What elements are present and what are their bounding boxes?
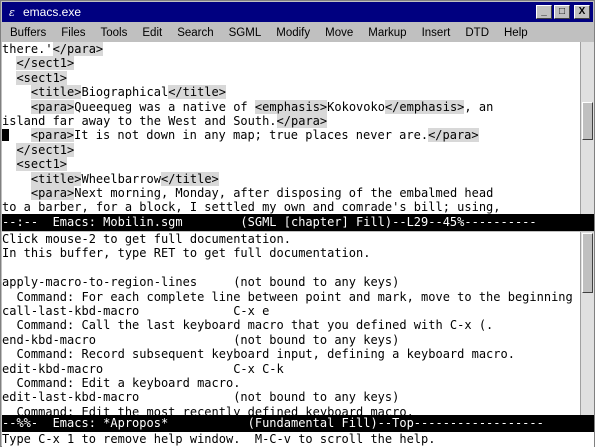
menu-help[interactable]: Help bbox=[504, 27, 528, 39]
bottom-scrollbar-thumb[interactable] bbox=[582, 233, 593, 293]
buffer-text: , an bbox=[464, 99, 494, 114]
buffer-text: Queequeg was a native of bbox=[74, 99, 255, 114]
sgml-tag: </para> bbox=[276, 113, 328, 128]
sgml-tag: </emphasis> bbox=[384, 99, 465, 114]
emacs-app-icon: ε bbox=[9, 5, 15, 19]
apropos-line: edit-last-kbd-macro (not bound to any ke… bbox=[2, 390, 400, 405]
apropos-line: Command: For each complete line between … bbox=[2, 289, 573, 304]
buffer-text: there.' bbox=[2, 42, 53, 56]
menu-move[interactable]: Move bbox=[325, 27, 353, 39]
buffer-line: <para>It is not down in any map; true pl… bbox=[2, 128, 580, 143]
sgml-tag: <title> bbox=[30, 171, 82, 186]
sgml-tag: </sect1> bbox=[16, 142, 75, 157]
apropos-line: Command: Record subsequent keyboard inpu… bbox=[2, 347, 515, 362]
menu-insert[interactable]: Insert bbox=[422, 27, 451, 39]
sgml-tag: </title> bbox=[168, 85, 226, 100]
sgml-editor-pane[interactable]: there.'</para> </sect1> <sect1> <title>B… bbox=[2, 42, 580, 214]
sgml-tag: </para> bbox=[52, 42, 104, 56]
menu-buffers[interactable]: Buffers bbox=[10, 27, 46, 39]
text-cursor bbox=[2, 129, 9, 142]
buffer-text bbox=[2, 143, 16, 157]
sgml-tag: </title> bbox=[160, 171, 219, 186]
buffer-line: <para>Next morning, Monday, after dispos… bbox=[2, 185, 580, 200]
bottom-scrollbar[interactable] bbox=[580, 232, 594, 415]
menu-bar: Buffers Files Tools Edit Search SGML Mod… bbox=[2, 23, 593, 42]
top-scrollbar[interactable] bbox=[580, 42, 594, 214]
menu-dtd[interactable]: DTD bbox=[465, 27, 489, 39]
buffer-text: Next morning, Monday, after disposing of… bbox=[74, 185, 494, 200]
sgml-tag: <para> bbox=[30, 185, 75, 200]
apropos-line: Command: Call the last keyboard macro th… bbox=[2, 318, 494, 333]
bottom-mode-line: --%%- Emacs: *Apropos* (Fundamental Fill… bbox=[2, 415, 594, 432]
sgml-tag: <para> bbox=[30, 99, 75, 114]
apropos-line: Command: Edit a keyboard macro. bbox=[2, 375, 241, 390]
sgml-tag: </para> bbox=[428, 128, 479, 143]
buffer-text bbox=[2, 56, 16, 70]
apropos-line: apply-macro-to-region-lines (not bound t… bbox=[2, 275, 400, 290]
buffer-line: <sect1> bbox=[2, 157, 580, 172]
buffer-line: there.'</para> bbox=[2, 42, 580, 56]
buffer-text bbox=[9, 128, 31, 142]
menu-markup[interactable]: Markup bbox=[368, 27, 406, 39]
title-bar[interactable]: ε emacs.exe _ □ X bbox=[2, 2, 593, 22]
top-scrollbar-thumb[interactable] bbox=[582, 102, 593, 140]
apropos-line: Command: Edit the most recently defined … bbox=[2, 404, 414, 415]
apropos-help-pane[interactable]: Click mouse-2 to get full documentation.… bbox=[2, 232, 580, 415]
buffer-text: Biographical bbox=[81, 85, 169, 100]
buffer-line: <sect1> bbox=[2, 70, 580, 85]
buffer-text: Wheelbarrow bbox=[81, 171, 161, 186]
buffer-text: It is not down in any map; true places n… bbox=[74, 128, 429, 143]
apropos-line: end-kbd-macro (not bound to any keys) bbox=[2, 332, 400, 347]
buffer-line: to a barber, for a block, I settled my o… bbox=[2, 200, 580, 214]
buffer-text: Kokovoko bbox=[327, 99, 385, 114]
buffer-line: <title>Biographical</title> bbox=[2, 85, 580, 100]
menu-edit[interactable]: Edit bbox=[142, 27, 162, 39]
menu-search[interactable]: Search bbox=[177, 27, 213, 39]
buffer-line: </sect1> bbox=[2, 56, 580, 71]
menu-sgml[interactable]: SGML bbox=[229, 27, 262, 39]
buffer-text: island far away to the West and South. bbox=[2, 113, 277, 128]
top-mode-line: --:-- Emacs: Mobilin.sgm (SGML [chapter]… bbox=[2, 214, 594, 231]
emacs-window: ε emacs.exe _ □ X Buffers Files Tools Ed… bbox=[0, 0, 595, 447]
close-button[interactable]: X bbox=[574, 5, 590, 19]
window-title: emacs.exe bbox=[23, 5, 82, 19]
apropos-line: Click mouse-2 to get full documentation. bbox=[2, 232, 291, 246]
buffer-line: </sect1> bbox=[2, 142, 580, 157]
buffer-text bbox=[2, 172, 31, 186]
minibuffer[interactable]: Type C-x 1 to remove help window. M-C-v … bbox=[2, 432, 594, 447]
sgml-tag: <title> bbox=[30, 85, 82, 100]
sgml-tag: </sect1> bbox=[16, 56, 75, 71]
minimize-button[interactable]: _ bbox=[536, 5, 552, 19]
menu-modify[interactable]: Modify bbox=[276, 27, 310, 39]
buffer-line: <para>Queequeg was a native of <emphasis… bbox=[2, 99, 580, 114]
buffer-text bbox=[2, 85, 31, 99]
buffer-line: island far away to the West and South.</… bbox=[2, 113, 580, 128]
buffer-text bbox=[2, 100, 31, 114]
buffer-text bbox=[2, 71, 16, 85]
menu-tools[interactable]: Tools bbox=[101, 27, 128, 39]
sgml-tag: <sect1> bbox=[16, 70, 68, 85]
apropos-line bbox=[2, 261, 580, 275]
sgml-tag: <emphasis> bbox=[254, 99, 328, 114]
maximize-button[interactable]: □ bbox=[554, 5, 570, 19]
buffer-line: <title>Wheelbarrow</title> bbox=[2, 171, 580, 186]
buffer-text bbox=[2, 186, 31, 200]
buffer-text bbox=[2, 157, 16, 171]
buffer-text: to a barber, for a block, I settled my o… bbox=[2, 200, 501, 214]
apropos-line: edit-kbd-macro C-x C-k bbox=[2, 361, 284, 376]
apropos-line: call-last-kbd-macro C-x e bbox=[2, 303, 270, 318]
sgml-tag: <sect1> bbox=[16, 157, 68, 172]
menu-files[interactable]: Files bbox=[61, 27, 85, 39]
apropos-line: In this buffer, type RET to get full doc… bbox=[2, 246, 371, 261]
sgml-tag: <para> bbox=[30, 128, 75, 143]
